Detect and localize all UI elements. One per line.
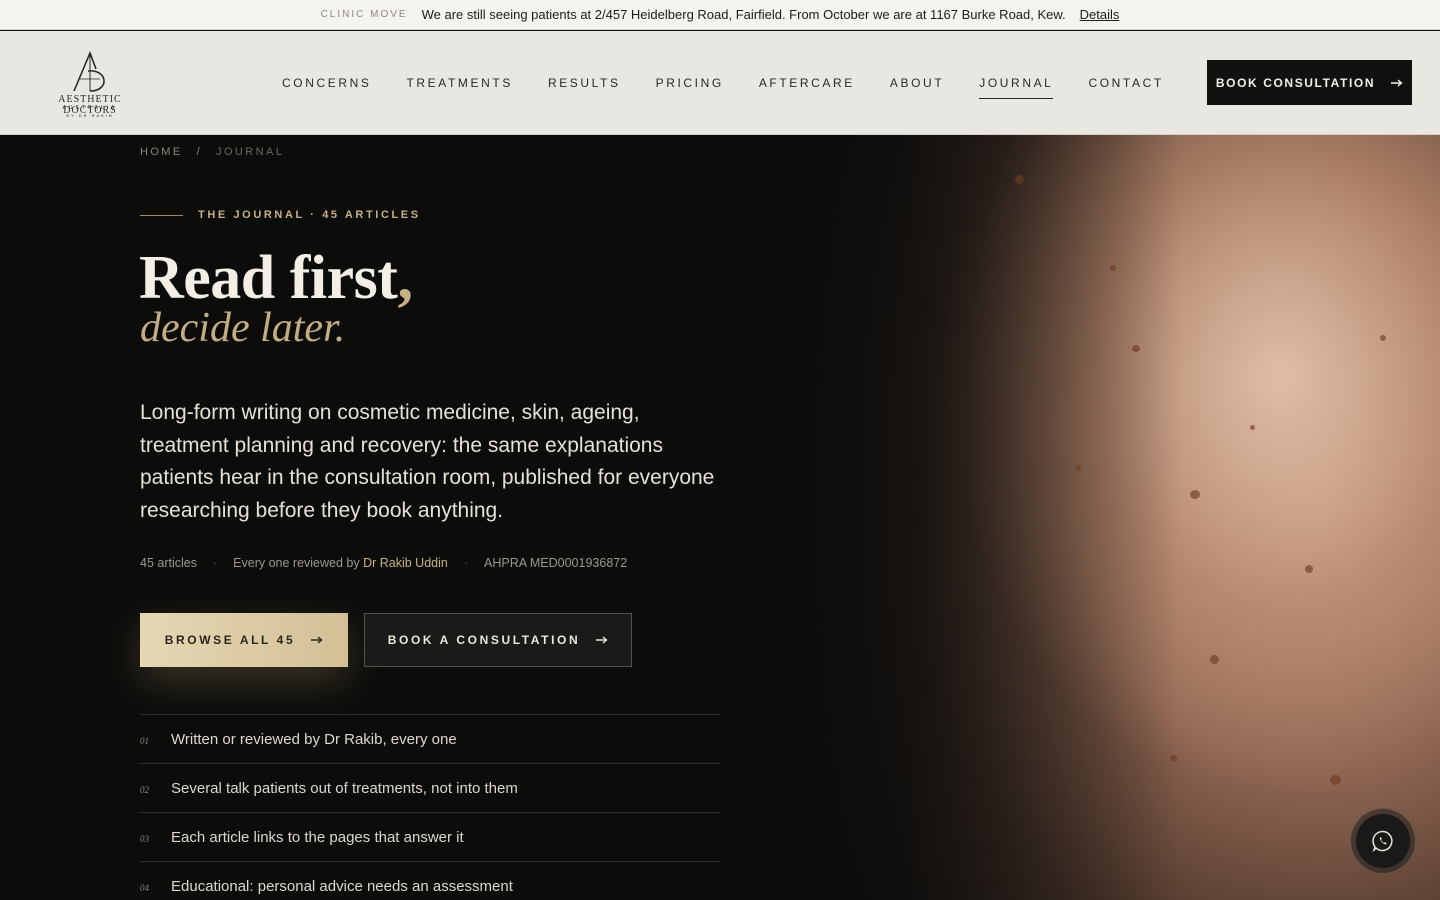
book-a-consultation-button[interactable]: BOOK A CONSULTATION: [364, 613, 632, 667]
skin-freckle: [1380, 335, 1386, 341]
hero-image-fade: [760, 135, 1180, 900]
arrow-right-icon: [311, 636, 323, 644]
list-item-number: 04: [140, 883, 149, 893]
announcement-tag: CLINIC MOVE: [320, 9, 408, 20]
brand-sub2: BY DR RAKIB: [66, 113, 114, 118]
meta-reviewed-prefix: Every one reviewed by: [233, 556, 360, 570]
nav-about[interactable]: ABOUT: [890, 76, 944, 90]
arrow-right-icon: [1391, 78, 1403, 87]
meta-reviewer: Dr Rakib Uddin: [363, 556, 448, 570]
meta-reviewed: Every one reviewed by Dr Rakib Uddin: [233, 556, 448, 570]
skin-freckle: [1305, 565, 1313, 573]
nav-results[interactable]: RESULTS: [548, 76, 621, 90]
meta-article-count: 45 articles: [140, 556, 197, 570]
breadcrumb-current: JOURNAL: [216, 146, 285, 158]
list-item-number: 01: [140, 736, 149, 746]
eyebrow-text: THE JOURNAL · 45 ARTICLES: [198, 209, 421, 221]
breadcrumb: HOME / JOURNAL: [140, 146, 284, 158]
breadcrumb-separator: /: [196, 146, 203, 158]
skin-freckle: [1210, 655, 1219, 664]
nav-concerns[interactable]: CONCERNS: [282, 76, 371, 90]
title-main: Read first: [139, 244, 398, 312]
list-item: 04 Educational: personal advice needs an…: [140, 862, 720, 900]
skin-freckle: [1015, 175, 1024, 184]
list-item-text: Written or reviewed by Dr Rakib, every o…: [171, 730, 457, 748]
book-consultation-button[interactable]: BOOK CONSULTATION: [1207, 60, 1412, 105]
nav-pricing[interactable]: PRICING: [656, 76, 724, 90]
nav-aftercare[interactable]: AFTERCARE: [759, 76, 855, 90]
meta-dot: ·: [463, 556, 469, 570]
arrow-right-icon: [596, 636, 608, 644]
hero-eyebrow: THE JOURNAL · 45 ARTICLES: [140, 209, 421, 221]
hero-section: HOME / JOURNAL THE JOURNAL · 45 ARTICLES…: [0, 135, 1440, 900]
main-nav: CONCERNS TREATMENTS RESULTS PRICING AFTE…: [282, 31, 1164, 135]
book-consultation-label: BOOK CONSULTATION: [1215, 75, 1376, 90]
skin-freckle: [1250, 425, 1255, 430]
hero-lead: Long-form writing on cosmetic medicine, …: [140, 401, 715, 522]
announcement-details-link[interactable]: Details: [1080, 7, 1120, 22]
announcement-message: We are still seeing patients at 2/457 He…: [421, 7, 1066, 22]
skin-freckle: [1110, 265, 1116, 271]
list-item-number: 03: [140, 834, 149, 844]
book-a-consultation-label: BOOK A CONSULTATION: [387, 633, 581, 647]
browse-all-label: BROWSE ALL 45: [164, 633, 296, 647]
title-comma: ,: [397, 244, 413, 312]
hero-meta: 45 articles · Every one reviewed by Dr R…: [140, 556, 627, 570]
browse-all-button[interactable]: BROWSE ALL 45: [140, 613, 348, 667]
brand-sub: AUSTRALIA: [62, 105, 118, 111]
list-item-text: Each article links to the pages that ans…: [171, 828, 464, 846]
logo[interactable]: AESTHETIC DOCTORS AUSTRALIA BY DR RAKIB: [30, 47, 150, 121]
logo-mark-icon: [73, 50, 105, 92]
announcement-bar: CLINIC MOVE We are still seeing patients…: [0, 0, 1440, 30]
skin-freckle: [1132, 345, 1140, 352]
list-item-text: Educational: personal advice needs an as…: [171, 877, 513, 895]
eyebrow-line: [140, 214, 183, 216]
whatsapp-button-inner: [1356, 814, 1410, 868]
skin-freckle: [1190, 490, 1200, 499]
list-item: 03 Each article links to the pages that …: [140, 813, 720, 862]
page-title: Read first,: [139, 244, 413, 312]
meta-dot: ·: [212, 556, 218, 570]
nav-journal[interactable]: JOURNAL: [979, 76, 1054, 99]
whatsapp-button[interactable]: [1350, 808, 1416, 874]
skin-freckle: [1170, 755, 1177, 762]
meta-ahpra: AHPRA MED0001936872: [484, 556, 628, 570]
skin-freckle: [1330, 775, 1341, 785]
journal-principles-list: 01 Written or reviewed by Dr Rakib, ever…: [140, 714, 720, 900]
nav-contact[interactable]: CONTACT: [1088, 76, 1163, 90]
whatsapp-icon: [1372, 830, 1393, 853]
list-item: 01 Written or reviewed by Dr Rakib, ever…: [140, 715, 720, 764]
title-italic: decide later.: [140, 305, 346, 351]
nav-treatments[interactable]: TREATMENTS: [406, 76, 512, 90]
site-header: AESTHETIC DOCTORS AUSTRALIA BY DR RAKIB …: [0, 31, 1440, 135]
list-item-number: 02: [140, 785, 149, 795]
list-item-text: Several talk patients out of treatments,…: [171, 779, 518, 797]
skin-freckle: [1075, 465, 1081, 471]
breadcrumb-home[interactable]: HOME: [140, 146, 183, 158]
list-item: 02 Several talk patients out of treatmen…: [140, 764, 720, 813]
